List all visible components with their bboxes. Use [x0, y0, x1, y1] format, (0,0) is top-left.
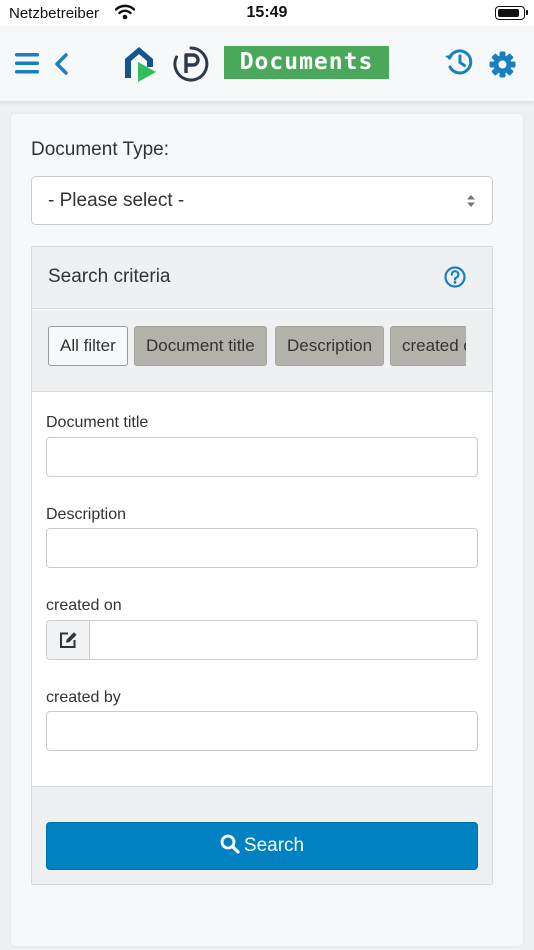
- settings-icon[interactable]: [489, 51, 516, 78]
- back-chevron-icon[interactable]: [53, 52, 69, 76]
- battery-fill: [498, 9, 519, 17]
- document-type-label: Document Type:: [31, 139, 170, 160]
- search-button-label: Search: [243, 835, 305, 856]
- edit-icon: [60, 632, 77, 648]
- parking-logo: [173, 46, 209, 82]
- document-type-value: - Please select -: [48, 190, 185, 211]
- filter-chip-created-on[interactable]: created on: [390, 326, 466, 366]
- created-by-field[interactable]: [46, 711, 478, 751]
- search-criteria-title: Search criteria: [48, 266, 171, 287]
- battery-icon: [495, 6, 528, 20]
- filter-chip-description[interactable]: Description: [275, 326, 385, 366]
- description-field[interactable]: [46, 528, 478, 568]
- history-icon[interactable]: [444, 48, 474, 76]
- filter-chip-track[interactable]: All filter Document title Description cr…: [48, 326, 466, 366]
- date-edit-button[interactable]: [47, 621, 90, 659]
- filter-chip-all[interactable]: All filter: [48, 326, 128, 366]
- search-button[interactable]: Search: [46, 822, 478, 870]
- search-icon: [220, 834, 240, 854]
- app-logo: [125, 47, 156, 82]
- nav-bar: Documents: [0, 26, 534, 102]
- search-criteria-footer: Search: [32, 786, 492, 884]
- created-by-label: created by: [46, 689, 121, 706]
- search-criteria-header: Search criteria: [32, 247, 492, 309]
- help-icon[interactable]: [444, 266, 466, 288]
- filter-chip-bar: All filter Document title Description cr…: [32, 310, 492, 392]
- document-title-label: Document title: [46, 414, 149, 431]
- created-on-label: created on: [46, 597, 122, 614]
- document-type-select[interactable]: - Please select -: [31, 176, 493, 225]
- menu-icon[interactable]: [15, 53, 39, 74]
- page-title: Documents: [224, 46, 389, 79]
- filter-chip-document-title[interactable]: Document title: [134, 326, 267, 366]
- document-title-field[interactable]: [46, 437, 478, 477]
- search-criteria-panel: Search criteria All filter Document titl…: [31, 246, 493, 885]
- description-label: Description: [46, 506, 127, 523]
- documents-card: Document Type: - Please select - Search …: [11, 114, 523, 946]
- status-time: 15:49: [246, 4, 288, 21]
- status-bar: Netzbetreiber 15:49: [0, 0, 534, 26]
- created-on-field[interactable]: [46, 620, 478, 660]
- select-arrows-icon: [467, 195, 475, 207]
